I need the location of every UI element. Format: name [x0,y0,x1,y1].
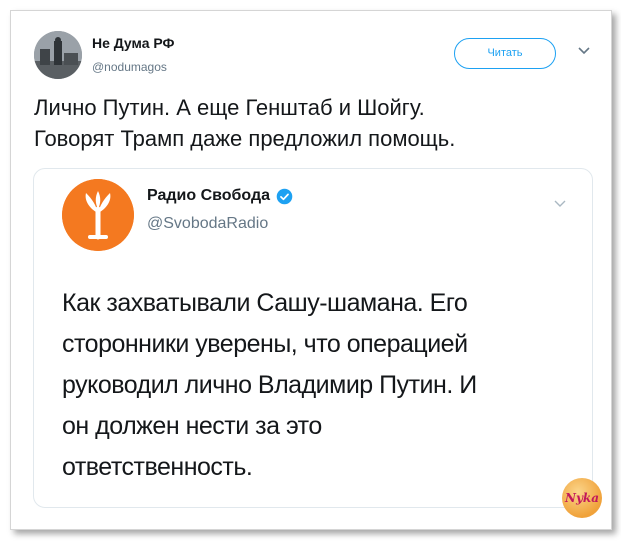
quoted-tweet[interactable]: Радио Свобода @SvobodaRadio Как захватыв… [33,168,593,508]
verified-badge-icon [276,188,293,204]
quoted-text-line: сторонники уверены, что операцией [62,330,468,358]
chevron-down-icon[interactable] [553,199,567,209]
quoted-tweet-text: Как захватывали Сашу-шамана. Его сторонн… [62,283,582,488]
author-name[interactable]: Не Дума РФ [92,35,174,51]
watermark-logo: Nyka [562,478,602,518]
quoted-text-line: руководил лично Владимир Путин. И [62,371,477,399]
chevron-down-icon[interactable] [577,46,591,56]
quoted-author-name-row[interactable]: Радио Свобода [147,187,293,205]
tweet-card: Не Дума РФ @nodumagos Читать Лично Путин… [0,0,621,541]
author-avatar[interactable] [34,31,82,79]
quoted-author-handle[interactable]: @SvobodaRadio [147,215,268,233]
quoted-author-name[interactable]: Радио Свобода [147,187,270,205]
follow-button[interactable]: Читать [454,38,556,69]
tweet-text: Лично Путин. А еще Генштаб и Шойгу. Гово… [34,92,594,154]
quoted-author-avatar[interactable] [62,179,134,251]
quoted-text-line: Как захватывали Сашу-шамана. Его [62,289,468,317]
tweet-text-line: Говорят Трамп даже предложил помощь. [34,126,456,151]
quoted-text-line: ответственность. [62,453,253,481]
quoted-text-line: он должен нести за это [62,412,322,440]
author-handle[interactable]: @nodumagos [92,60,167,74]
tweet-text-line: Лично Путин. А еще Генштаб и Шойгу. [34,95,425,120]
